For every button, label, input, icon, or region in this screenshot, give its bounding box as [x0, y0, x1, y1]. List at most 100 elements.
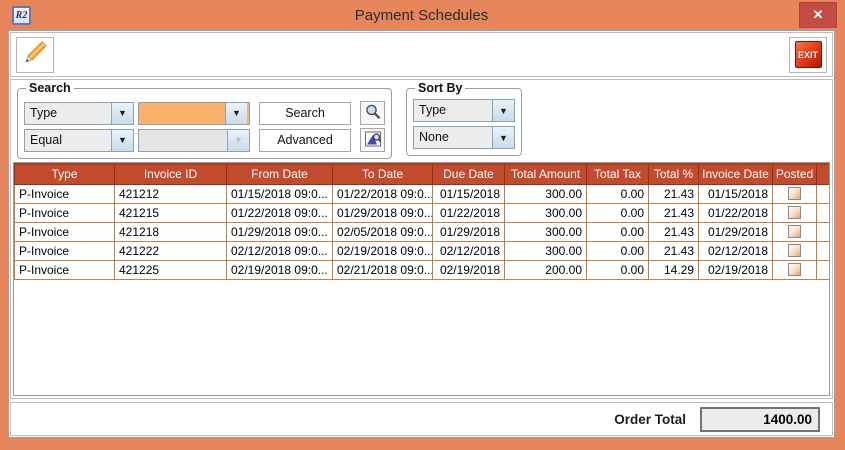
dropdown-arrow-icon[interactable]: ▼: [225, 102, 247, 124]
search-field-combo[interactable]: Type ▼: [24, 101, 134, 125]
order-total-label: Order Total: [614, 411, 686, 427]
cell: 421215: [114, 202, 227, 223]
cell: 14.29: [648, 259, 699, 280]
exit-button[interactable]: EXIT: [789, 36, 827, 73]
window-title: Payment Schedules: [354, 6, 489, 24]
sort-primary-combo[interactable]: Type ▼: [413, 99, 515, 122]
column-header-due-date[interactable]: Due Date: [432, 163, 505, 185]
column-header-posted[interactable]: Posted: [772, 163, 817, 185]
search-icon-button[interactable]: [360, 101, 385, 125]
cell: P-Invoice: [14, 259, 115, 280]
table-row[interactable]: P-Invoice 421225 02/19/2018 09:0... 02/21/2…: [14, 259, 829, 280]
row-gutter: [816, 183, 829, 204]
cell: P-Invoice: [14, 240, 115, 261]
cell: 02/21/2018 09:0...: [332, 259, 433, 280]
cell: 02/12/2018: [698, 240, 773, 261]
column-header-to-date[interactable]: To Date: [332, 163, 433, 185]
cell: 01/22/2018: [432, 202, 505, 223]
cell: 01/29/2018: [698, 221, 773, 242]
table-row[interactable]: P-Invoice 421218 01/29/2018 09:0... 02/05/2…: [14, 221, 829, 242]
sortby-group: Sort By Type ▼ None ▼: [406, 81, 522, 156]
search-operator-combo[interactable]: Equal ▼: [24, 128, 134, 152]
table-row[interactable]: P-Invoice 421215 01/22/2018 09:0... 01/29/2…: [14, 202, 829, 223]
cell: 0.00: [586, 221, 649, 242]
column-header-invoice-id[interactable]: Invoice ID: [114, 163, 227, 185]
cell: 21.43: [648, 240, 699, 261]
filters-row: Search Type ▼ ▼ Search Equal ▼ ▼ Advance…: [13, 81, 830, 159]
cell: 01/22/2018 09:0...: [332, 183, 433, 204]
search-value2-text: [139, 129, 227, 151]
cell: 300.00: [504, 202, 587, 223]
footer-panel: Order Total 1400.00: [10, 402, 833, 436]
column-header-total-[interactable]: Total %: [648, 163, 699, 185]
column-header-type[interactable]: Type: [14, 163, 115, 185]
search-operator-value: Equal: [25, 129, 111, 151]
cell: 200.00: [504, 259, 587, 280]
exit-icon: EXIT: [794, 41, 822, 68]
table-header: Type Invoice ID From Date To Date Due Date To…: [14, 163, 829, 185]
cell: 02/19/2018: [432, 259, 505, 280]
cell: P-Invoice: [14, 221, 115, 242]
dropdown-arrow-icon[interactable]: ▼: [492, 100, 514, 121]
search-row-1: Type ▼ ▼ Search: [24, 101, 385, 125]
posted-checkbox: [788, 225, 801, 238]
cell: 300.00: [504, 221, 587, 242]
cell: 02/12/2018: [432, 240, 505, 261]
column-header-total-amount[interactable]: Total Amount: [504, 163, 587, 185]
sort-secondary-value: None: [414, 127, 492, 148]
dropdown-arrow-icon[interactable]: ▼: [111, 102, 133, 124]
schedule-table: Type Invoice ID From Date To Date Due Date To…: [14, 163, 829, 280]
magnifier-icon: [364, 103, 382, 124]
posted-cell: [772, 259, 817, 280]
cell: 02/05/2018 09:0...: [332, 221, 433, 242]
column-header-from-date[interactable]: From Date: [226, 163, 333, 185]
search-row-2: Equal ▼ ▼ Advanced: [24, 128, 385, 152]
sort-primary-value: Type: [414, 100, 492, 121]
search-group-label: Search: [29, 81, 71, 95]
search-button[interactable]: Search: [259, 101, 351, 125]
cell: 421222: [114, 240, 227, 261]
posted-cell: [772, 183, 817, 204]
column-header-total-tax[interactable]: Total Tax: [586, 163, 649, 185]
table-row[interactable]: P-Invoice 421212 01/15/2018 09:0... 01/22/2…: [14, 183, 829, 204]
cell: 300.00: [504, 240, 587, 261]
cell: 21.43: [648, 221, 699, 242]
cell: 21.43: [648, 202, 699, 223]
header-gutter: [816, 163, 829, 185]
search-value-input[interactable]: [139, 102, 225, 124]
pencil-icon: [22, 40, 48, 69]
dropdown-arrow-icon[interactable]: ▼: [111, 129, 133, 151]
sort-secondary-combo[interactable]: None ▼: [413, 126, 515, 149]
cell: 01/22/2018 09:0...: [226, 202, 333, 223]
titlebar: R2 Payment Schedules ✕: [8, 0, 837, 30]
cell: 421218: [114, 221, 227, 242]
row-gutter: [816, 202, 829, 223]
posted-cell: [772, 221, 817, 242]
posted-cell: [772, 240, 817, 261]
cell: 02/12/2018 09:0...: [226, 240, 333, 261]
row-gutter: [816, 240, 829, 261]
cell: P-Invoice: [14, 183, 115, 204]
cell: 01/15/2018: [432, 183, 505, 204]
advanced-search-icon-button[interactable]: [360, 128, 385, 152]
dropdown-arrow-icon[interactable]: ▼: [492, 127, 514, 148]
column-header-invoice-date[interactable]: Invoice Date: [698, 163, 773, 185]
cell: 02/19/2018 09:0...: [226, 259, 333, 280]
edit-button[interactable]: [16, 36, 54, 73]
main-panel: Search Type ▼ ▼ Search Equal ▼ ▼ Advance…: [10, 79, 833, 399]
advanced-button[interactable]: Advanced: [259, 128, 351, 152]
cell: 01/15/2018 09:0...: [226, 183, 333, 204]
search-group: Search Type ▼ ▼ Search Equal ▼ ▼ Advance…: [17, 81, 392, 159]
cell: 0.00: [586, 259, 649, 280]
sortby-group-label: Sort By: [418, 81, 463, 95]
cell: 01/29/2018 09:0...: [226, 221, 333, 242]
payment-schedules-window: R2 Payment Schedules ✕ EXIT Search Type …: [0, 0, 845, 450]
row-gutter: [816, 221, 829, 242]
cell: 0.00: [586, 183, 649, 204]
posted-checkbox: [788, 187, 801, 200]
table-row[interactable]: P-Invoice 421222 02/12/2018 09:0... 02/19/2…: [14, 240, 829, 261]
cell: 0.00: [586, 202, 649, 223]
search-value-combo[interactable]: ▼: [138, 101, 250, 125]
cell: 0.00: [586, 240, 649, 261]
close-button[interactable]: ✕: [799, 2, 837, 28]
